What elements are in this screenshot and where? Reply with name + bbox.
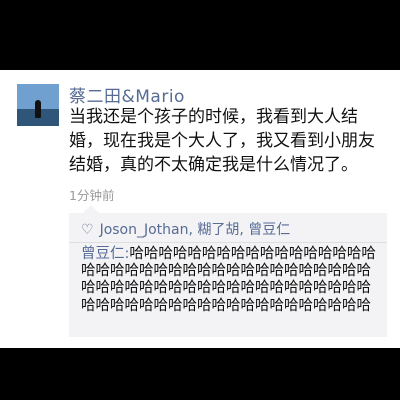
post-timestamp: 1分钟前 <box>69 188 115 203</box>
moment-card: 蔡二田&Mario 当我还是个孩子的时候，我看到大人结婚，现在我是个大人了，我又… <box>0 70 400 348</box>
avatar-person <box>35 100 41 118</box>
likes-names[interactable]: Joson_Jothan, 糊了胡, 曾豆仁 <box>100 222 291 238</box>
comment-author[interactable]: 曾豆仁: <box>81 246 129 262</box>
post-author-name[interactable]: 蔡二田&Mario <box>69 82 185 107</box>
avatar[interactable] <box>17 84 59 126</box>
divider <box>69 242 387 243</box>
likes-row: ♡ Joson_Jothan, 糊了胡, 曾豆仁 <box>81 219 290 239</box>
comments-panel: ♡ Joson_Jothan, 糊了胡, 曾豆仁 曾豆仁:哈哈哈哈哈哈哈哈哈哈哈哈… <box>69 205 387 337</box>
post-text: 当我还是个孩子的时候，我看到大人结婚，现在我是个大人了，我又看到小朋友结婚，真的… <box>69 107 375 175</box>
comment-item[interactable]: 曾豆仁:哈哈哈哈哈哈哈哈哈哈哈哈哈哈哈哈哈哈哈哈哈哈哈哈哈哈哈哈哈哈哈哈哈哈哈哈… <box>81 246 381 315</box>
heart-outline-icon: ♡ <box>81 222 94 238</box>
